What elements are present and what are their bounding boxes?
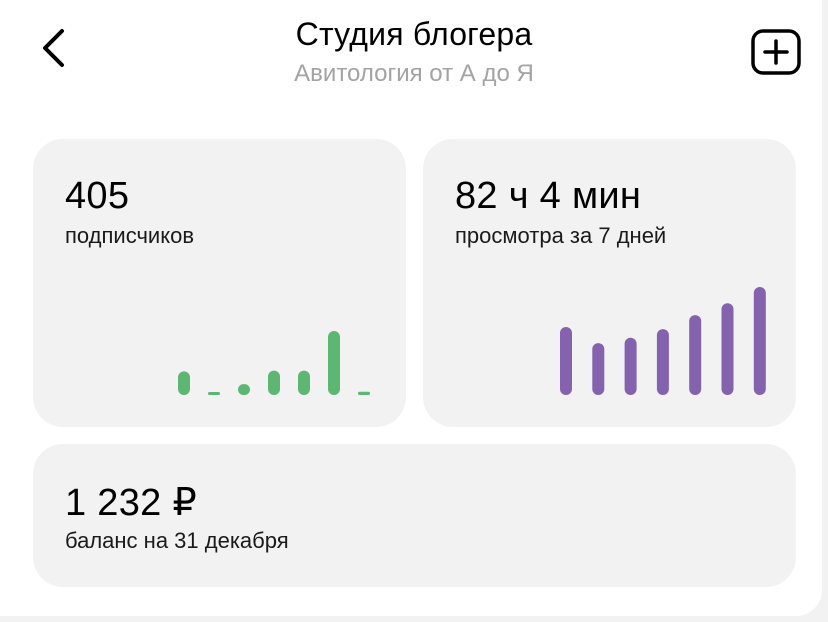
- add-button[interactable]: [750, 28, 802, 76]
- subscribers-bar-chart: [178, 331, 370, 395]
- bars-views-bar-6: [721, 303, 734, 395]
- bars-views-bar-5: [689, 315, 702, 395]
- bars-subs-bar-2: [208, 392, 220, 395]
- subscribers-card[interactable]: 405 подписчиков: [33, 139, 406, 427]
- bars-views-bar-2: [592, 343, 605, 395]
- views-card[interactable]: 82 ч 4 мин просмотра за 7 дней: [423, 139, 796, 427]
- balance-label: баланс на 31 декабря: [65, 528, 289, 553]
- balance-amount: 1 232 ₽: [65, 482, 197, 524]
- page-title: Студия блогера: [295, 16, 533, 52]
- plus-square-icon: [751, 29, 801, 75]
- bars-subs-bar-5: [298, 370, 310, 395]
- bars-views-bar-7: [753, 287, 766, 395]
- bars-views-bar-1: [560, 326, 572, 395]
- header: Студия блогера Авитология от А до Я: [0, 0, 822, 110]
- bars-subs-bar-1: [178, 371, 190, 395]
- views-bar-chart: [560, 287, 766, 395]
- balance-card[interactable]: 1 232 ₽ баланс на 31 декабря: [33, 444, 796, 587]
- bars-subs-bar-4: [268, 370, 280, 395]
- bars-subs-bar-3: [238, 384, 250, 395]
- bars-subs-bar-7: [358, 391, 370, 395]
- bars-views-bar-4: [656, 329, 669, 395]
- blogger-studio-screen: Студия блогера Авитология от А до Я 405 …: [0, 0, 822, 616]
- page-subtitle: Авитология от А до Я: [294, 60, 534, 87]
- bars-subs-bar-6: [328, 331, 340, 395]
- bars-views-bar-3: [624, 337, 637, 395]
